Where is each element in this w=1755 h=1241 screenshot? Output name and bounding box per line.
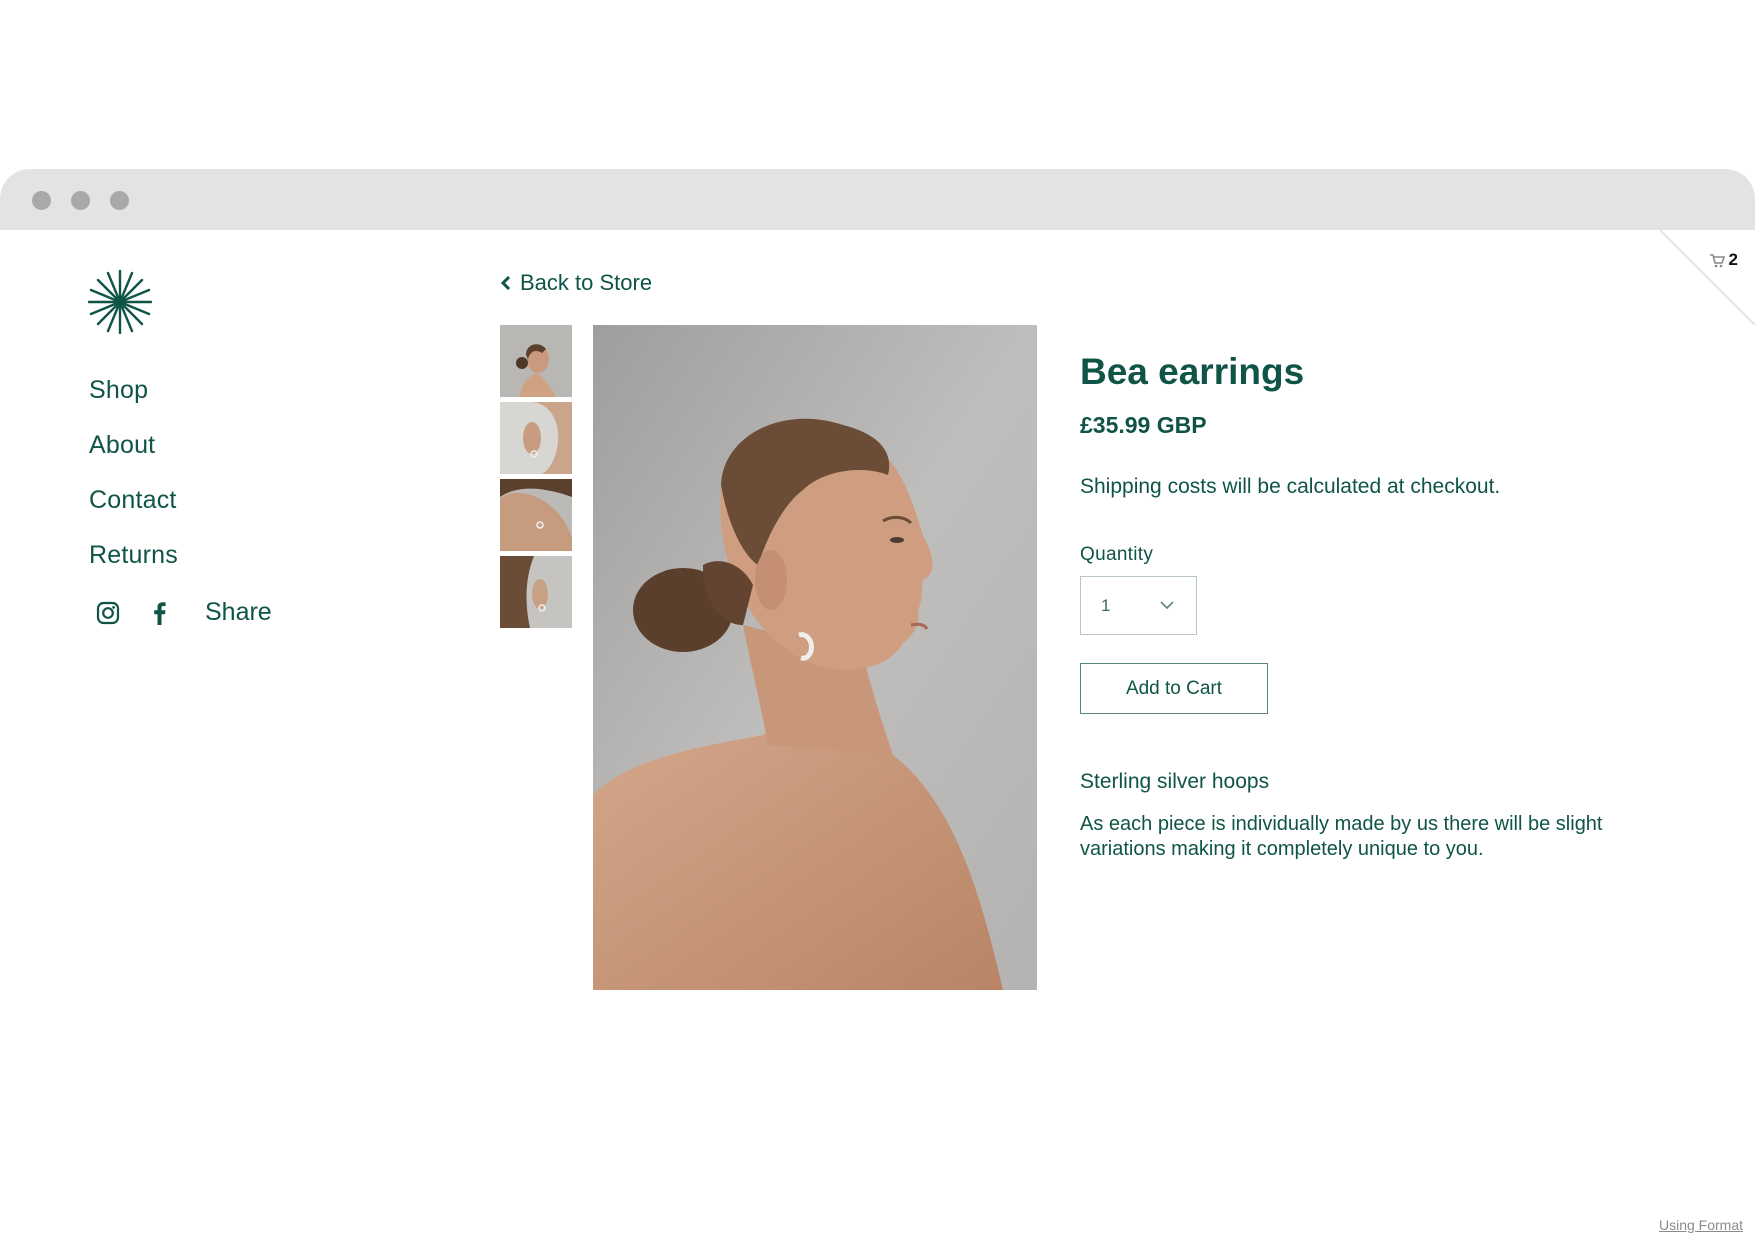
nav-item-contact[interactable]: Contact xyxy=(89,486,178,541)
description-title: Sterling silver hoops xyxy=(1080,770,1270,794)
back-to-store-label: Back to Store xyxy=(520,270,653,295)
thumbnail-profile-image xyxy=(500,325,572,397)
quantity-value: 1 xyxy=(1101,595,1111,615)
using-format-link[interactable]: Using Format xyxy=(1659,1217,1743,1233)
cart-corner-fold xyxy=(1660,230,1755,325)
product-main-image[interactable] xyxy=(593,325,1037,990)
shipping-note: Shipping costs will be calculated at che… xyxy=(1080,475,1501,499)
thumbnail-ear-image xyxy=(500,402,572,474)
thumbnail-ear-closeup[interactable] xyxy=(500,402,572,474)
browser-chrome xyxy=(0,169,1755,230)
quantity-select[interactable]: 1 xyxy=(1080,576,1197,636)
thumbnail-ear-side-image xyxy=(500,479,572,551)
thumbnail-profile[interactable] xyxy=(500,325,572,397)
window-minimize-dot[interactable] xyxy=(71,191,90,210)
sidebar-nav: Shop About Contact Returns xyxy=(89,376,178,596)
window-close-dot[interactable] xyxy=(32,191,51,210)
instagram-icon[interactable] xyxy=(96,601,120,625)
product-title: Bea earrings xyxy=(1080,351,1305,392)
chevron-left-icon xyxy=(500,275,511,291)
starburst-logo-icon[interactable] xyxy=(88,270,152,334)
back-to-store-link[interactable]: Back to Store xyxy=(500,270,652,296)
product-price: £35.99 GBP xyxy=(1080,412,1207,439)
description-body: As each piece is individually made by us… xyxy=(1080,813,1603,861)
portrait-photo xyxy=(593,325,1037,990)
nav-item-returns[interactable]: Returns xyxy=(89,541,178,596)
chevron-down-icon xyxy=(1160,601,1174,610)
cart-button[interactable]: 2 xyxy=(1709,250,1738,270)
cart-icon xyxy=(1709,253,1725,267)
facebook-icon[interactable] xyxy=(148,601,172,625)
product-thumbnails xyxy=(500,325,572,628)
thumbnail-back-ear[interactable] xyxy=(500,556,572,628)
add-to-cart-button[interactable]: Add to Cart xyxy=(1080,663,1268,715)
thumbnail-back-ear-image xyxy=(500,556,572,628)
product-info: Bea earrings £35.99 GBP Shipping costs w… xyxy=(1080,350,1640,862)
social-links: Share xyxy=(96,598,272,627)
nav-item-shop[interactable]: Shop xyxy=(89,376,178,431)
window-maximize-dot[interactable] xyxy=(110,191,129,210)
quantity-label: Quantity xyxy=(1080,544,1154,566)
browser-viewport: 2 Shop About Contact Returns Share Back … xyxy=(0,230,1755,1241)
thumbnail-ear-side[interactable] xyxy=(500,479,572,551)
nav-item-about[interactable]: About xyxy=(89,431,178,486)
page: 2 Shop About Contact Returns Share Back … xyxy=(0,0,1755,1241)
share-link[interactable]: Share xyxy=(205,598,272,627)
cart-count: 2 xyxy=(1728,250,1738,269)
